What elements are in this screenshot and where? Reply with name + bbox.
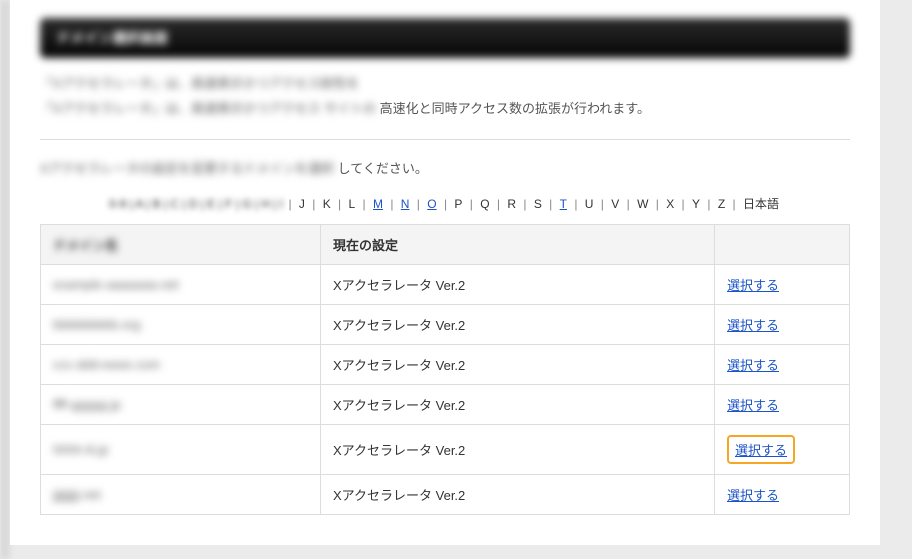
alpha-blur-head: 0-9 | A | B | C | D | E | F | G | H | I	[109, 197, 283, 211]
domain-name-text: hhhh-iii.jp	[53, 442, 109, 457]
desc-clear-text: 高速化と同時アクセス数の拡張が行われます。	[380, 101, 650, 116]
table-row: jjjjjjjjj.net Xアクセラレータ Ver.2 選択する	[41, 475, 850, 515]
cell-action: 選択する	[715, 305, 850, 345]
table-row: ffff-ggggg.jp Xアクセラレータ Ver.2 選択する	[41, 385, 850, 425]
instruction-blur: Xアクセラレータの設定を変更するドメインを選択	[40, 158, 334, 177]
cell-current-setting: Xアクセラレータ Ver.2	[321, 425, 715, 475]
cell-current-setting: Xアクセラレータ Ver.2	[321, 345, 715, 385]
table-row: ccc-ddd-eeee.com Xアクセラレータ Ver.2 選択する	[41, 345, 850, 385]
section-title-bar: ドメイン選択画面	[40, 18, 850, 58]
desc-blur-line2: 「Xアクセラレータ」は、高速表示かつアクセス サイトの	[40, 97, 376, 122]
alpha-separator: |	[702, 197, 716, 211]
select-link[interactable]: 選択する	[727, 278, 779, 293]
cell-action: 選択する	[715, 475, 850, 515]
alpha-separator: |	[439, 197, 453, 211]
highlight-ring: 選択する	[727, 435, 795, 464]
alpha-separator: |	[518, 197, 532, 211]
table-row: bbbbbbbbb.org Xアクセラレータ Ver.2 選択する	[41, 305, 850, 345]
alpha-separator: |	[727, 197, 741, 211]
alpha-filter-M[interactable]: M	[371, 197, 385, 211]
alpha-filter-U: U	[583, 197, 596, 211]
domain-name-text: ccc-ddd-eeee.com	[53, 357, 160, 372]
alphabet-filter-nav: 0-9 | A | B | C | D | E | F | G | H | I …	[40, 191, 850, 216]
cell-domain: ffff-ggggg.jp	[41, 385, 321, 425]
domain-table: ドメイン名 現在の設定 example-aaaaaaa.net Xアクセラレータ …	[40, 224, 850, 515]
alpha-separator: |	[544, 197, 558, 211]
domain-name-text: ffff-ggggg.jp	[53, 397, 121, 412]
cell-action: 選択する	[715, 265, 850, 305]
alpha-filter-P: P	[452, 197, 464, 211]
select-link[interactable]: 選択する	[727, 398, 779, 413]
alpha-separator: |	[385, 197, 399, 211]
table-row: hhhh-iii.jp Xアクセラレータ Ver.2 選択する	[41, 425, 850, 475]
section-description: 「Xアクセラレータ」は、高速表示かつアクセス耐性を 「Xアクセラレータ」は、高速…	[40, 72, 850, 121]
cell-domain: bbbbbbbbb.org	[41, 305, 321, 345]
alpha-filter-W: W	[635, 197, 650, 211]
alpha-filter-Z: Z	[716, 197, 727, 211]
select-link[interactable]: 選択する	[735, 443, 787, 458]
header-current-setting: 現在の設定	[321, 225, 715, 265]
alpha-filter-N[interactable]: N	[399, 197, 412, 211]
alpha-separator: |	[650, 197, 664, 211]
alpha-separator: |	[357, 197, 371, 211]
divider	[40, 139, 850, 140]
table-header-row: ドメイン名 現在の設定	[41, 225, 850, 265]
cell-current-setting: Xアクセラレータ Ver.2	[321, 385, 715, 425]
content-panel: ドメイン選択画面 「Xアクセラレータ」は、高速表示かつアクセス耐性を 「Xアクセ…	[10, 0, 880, 545]
alpha-separator: |	[286, 197, 296, 211]
alpha-separator: |	[492, 197, 506, 211]
alpha-filter-R: R	[505, 197, 518, 211]
cell-action: 選択する	[715, 385, 850, 425]
cell-domain: jjjjjjjjj.net	[41, 475, 321, 515]
alpha-filter-S: S	[532, 197, 544, 211]
alpha-separator: |	[307, 197, 321, 211]
alpha-separator: |	[595, 197, 609, 211]
alpha-separator: |	[621, 197, 635, 211]
alpha-filter-V: V	[609, 197, 621, 211]
cell-current-setting: Xアクセラレータ Ver.2	[321, 305, 715, 345]
instruction-text: Xアクセラレータの設定を変更するドメインを選択 してください。	[40, 158, 850, 177]
alpha-separator: |	[569, 197, 583, 211]
alpha-filter-L: L	[347, 197, 358, 211]
domain-name-text: example-aaaaaaa.net	[53, 277, 179, 292]
cell-action: 選択する	[715, 345, 850, 385]
alpha-filter-Q: Q	[478, 197, 491, 211]
domain-name-text: bbbbbbbbb.org	[53, 317, 140, 332]
table-row: example-aaaaaaa.net Xアクセラレータ Ver.2 選択する	[41, 265, 850, 305]
alpha-filter-日本語: 日本語	[741, 197, 781, 211]
alpha-filter-T[interactable]: T	[558, 197, 569, 211]
select-link[interactable]: 選択する	[727, 318, 779, 333]
cell-current-setting: Xアクセラレータ Ver.2	[321, 475, 715, 515]
alpha-filter-Y: Y	[690, 197, 702, 211]
alpha-separator: |	[411, 197, 425, 211]
alpha-filter-X: X	[664, 197, 676, 211]
alpha-separator: |	[676, 197, 690, 211]
domain-name-text: jjjjjjjjj.net	[53, 487, 101, 502]
section-title-text: ドメイン選択画面	[56, 30, 168, 46]
cell-action: 選択する	[715, 425, 850, 475]
desc-blur-line1: 「Xアクセラレータ」は、高速表示かつアクセス耐性を	[40, 72, 359, 97]
cell-domain: example-aaaaaaa.net	[41, 265, 321, 305]
cell-current-setting: Xアクセラレータ Ver.2	[321, 265, 715, 305]
alpha-separator: |	[464, 197, 478, 211]
cell-domain: ccc-ddd-eeee.com	[41, 345, 321, 385]
alpha-filter-O[interactable]: O	[425, 197, 438, 211]
alpha-filter-J: J	[297, 197, 307, 211]
header-domain: ドメイン名	[41, 225, 321, 265]
cell-domain: hhhh-iii.jp	[41, 425, 321, 475]
instruction-clear: してください。	[338, 161, 428, 176]
header-action	[715, 225, 850, 265]
alpha-separator: |	[333, 197, 347, 211]
alpha-filter-K: K	[321, 197, 333, 211]
select-link[interactable]: 選択する	[727, 488, 779, 503]
select-link[interactable]: 選択する	[727, 358, 779, 373]
